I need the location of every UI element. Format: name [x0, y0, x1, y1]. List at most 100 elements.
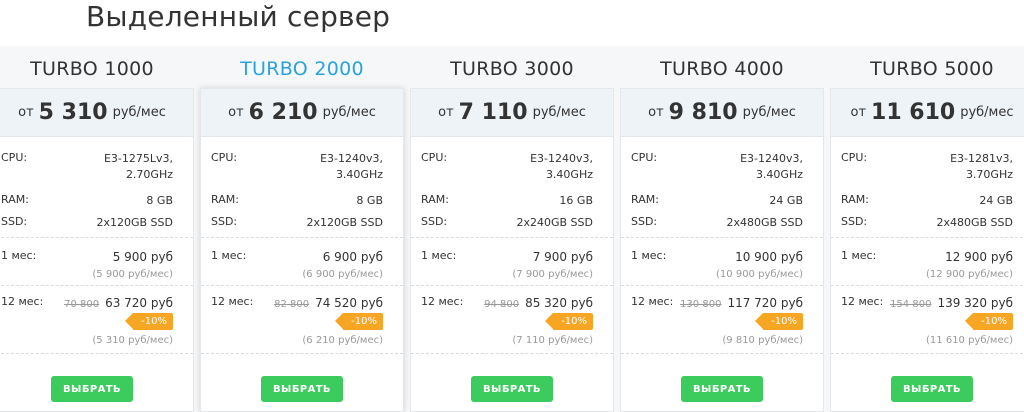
year-price: 85 320 руб — [525, 296, 593, 310]
month-label: 1 мес: — [631, 249, 667, 262]
year-price: 117 720 руб — [727, 296, 803, 310]
select-button[interactable]: ВЫБРАТЬ — [681, 376, 763, 402]
cpu-value: E3-1281v3, 3.70GHz — [950, 151, 1013, 183]
ssd-value: 2x120GB SSD — [306, 216, 383, 229]
year-value: 154 800 139 320 руб — [890, 295, 1013, 313]
ram-label: RAM: — [631, 193, 659, 206]
plan-name: TURBO 5000 — [870, 58, 994, 80]
discount-badge: -10% — [965, 313, 1013, 330]
cpu-model: E3-1240v3, — [740, 152, 803, 165]
year-label: 12 мес: — [631, 295, 674, 308]
ram-value: 24 GB — [979, 194, 1013, 207]
month-price: 12 900 руб — [945, 250, 1013, 264]
price-amount: 9 810 — [668, 100, 738, 125]
ram-label: RAM: — [1, 193, 29, 206]
price-bar: от 6 210 руб/мес — [201, 89, 403, 137]
ram-value: 8 GB — [356, 194, 383, 207]
month-price: 7 900 руб — [532, 250, 593, 264]
year-old-price: 130 800 — [680, 299, 722, 310]
ram-label: RAM: — [421, 193, 449, 206]
month-label: 1 мес: — [1, 249, 37, 262]
year-sub: (11 610 руб/мес) — [926, 335, 1013, 346]
price-from-label: от — [648, 105, 664, 120]
year-label: 12 мес: — [841, 295, 884, 308]
select-button[interactable]: ВЫБРАТЬ — [261, 376, 343, 402]
price-bar: от 7 110 руб/мес — [411, 89, 613, 137]
ssd-value: 2x240GB SSD — [516, 216, 593, 229]
price-amount: 11 610 — [871, 100, 956, 125]
price-bar: от 11 610 руб/мес — [831, 89, 1024, 137]
ssd-label: SSD: — [211, 215, 238, 228]
year-price: 139 320 руб — [937, 296, 1013, 310]
cpu-label: CPU: — [1, 151, 28, 164]
price-from-label: от — [228, 105, 244, 120]
divider — [831, 237, 1024, 238]
divider — [411, 285, 613, 286]
month-value: 10 900 руб (10 900 руб/мес) — [716, 249, 803, 283]
year-row: 12 мес: 70 800 63 720 руб -10% (5 310 руб… — [0, 295, 193, 351]
page-title: Выделенный сервер — [86, 0, 391, 33]
year-sub: (9 810 руб/мес) — [722, 335, 803, 346]
year-sub: (5 310 руб/мес) — [92, 335, 173, 346]
year-sub: (7 110 руб/мес) — [512, 335, 593, 346]
year-value: 130 800 117 720 руб — [680, 295, 803, 313]
cpu-model: E3-1275Lv3, — [103, 152, 173, 165]
price-unit: руб/мес — [532, 105, 586, 120]
year-old-price: 82 800 — [274, 299, 310, 310]
price-from-label: от — [18, 105, 34, 120]
price-unit: руб/мес — [742, 105, 796, 120]
ssd-label: SSD: — [1, 215, 28, 228]
year-value: 94 800 85 320 руб — [484, 295, 593, 313]
month-value: 5 900 руб (5 900 руб/мес) — [92, 249, 173, 283]
year-row: 12 мес: 130 800 117 720 руб -10% (9 810 р… — [621, 295, 823, 351]
cpu-value: E3-1275Lv3, 2.70GHz — [104, 151, 173, 183]
year-value: 82 800 74 520 руб — [274, 295, 383, 313]
divider — [831, 353, 1024, 354]
year-label: 12 мес: — [211, 295, 254, 308]
cpu-label: CPU: — [421, 151, 448, 164]
ssd-value: 2x480GB SSD — [936, 216, 1013, 229]
price-unit: руб/мес — [112, 105, 166, 120]
ram-label: RAM: — [211, 193, 239, 206]
plan-name: TURBO 1000 — [30, 58, 154, 80]
month-sub: (12 900 руб/мес) — [926, 269, 1013, 280]
divider — [411, 353, 613, 354]
divider — [201, 353, 403, 354]
year-row: 12 мес: 82 800 74 520 руб -10% (6 210 руб… — [201, 295, 403, 351]
ram-label: RAM: — [841, 193, 869, 206]
select-button[interactable]: ВЫБРАТЬ — [51, 376, 133, 402]
year-value: 70 800 63 720 руб — [64, 295, 173, 313]
divider — [411, 237, 613, 238]
price-amount: 6 210 — [248, 100, 318, 125]
divider — [0, 285, 193, 286]
cpu-frequency: 3.40GHz — [755, 168, 803, 181]
month-sub: (10 900 руб/мес) — [716, 269, 803, 280]
plan-details: от 7 110 руб/мес CPU: E3-1240v3, 3.40GHz … — [410, 88, 614, 412]
year-row: 12 мес: 154 800 139 320 руб -10% (11 610 … — [831, 295, 1024, 351]
month-label: 1 мес: — [211, 249, 247, 262]
plan-card-turbo-1000: TURBO 1000 от 5 310 руб/мес CPU: E3-1275… — [0, 46, 194, 412]
year-old-price: 94 800 — [484, 299, 520, 310]
year-sub: (6 210 руб/мес) — [302, 335, 383, 346]
year-label: 12 мес: — [1, 295, 44, 308]
cpu-label: CPU: — [841, 151, 868, 164]
plan-card-turbo-3000: TURBO 3000 от 7 110 руб/мес CPU: E3-1240… — [410, 46, 614, 412]
month-price: 10 900 руб — [735, 250, 803, 264]
month-label: 1 мес: — [841, 249, 877, 262]
month-sub: (5 900 руб/мес) — [92, 269, 173, 280]
plan-details: от 5 310 руб/мес CPU: E3-1275Lv3, 2.70GHz… — [0, 88, 194, 412]
discount-badge: -10% — [335, 313, 383, 330]
cpu-frequency: 3.70GHz — [965, 168, 1013, 181]
year-row: 12 мес: 94 800 85 320 руб -10% (7 110 руб… — [411, 295, 613, 351]
month-value: 12 900 руб (12 900 руб/мес) — [926, 249, 1013, 283]
divider — [621, 285, 823, 286]
plan-name: TURBO 3000 — [450, 58, 574, 80]
plan-details: от 9 810 руб/мес CPU: E3-1240v3, 3.40GHz … — [620, 88, 824, 412]
select-button[interactable]: ВЫБРАТЬ — [471, 376, 553, 402]
select-button[interactable]: ВЫБРАТЬ — [891, 376, 973, 402]
price-bar: от 5 310 руб/мес — [0, 89, 193, 137]
divider — [621, 237, 823, 238]
year-price: 74 520 руб — [315, 296, 383, 310]
price-amount: 5 310 — [38, 100, 108, 125]
plan-card-turbo-5000: TURBO 5000 от 11 610 руб/мес CPU: E3-128… — [830, 46, 1024, 412]
